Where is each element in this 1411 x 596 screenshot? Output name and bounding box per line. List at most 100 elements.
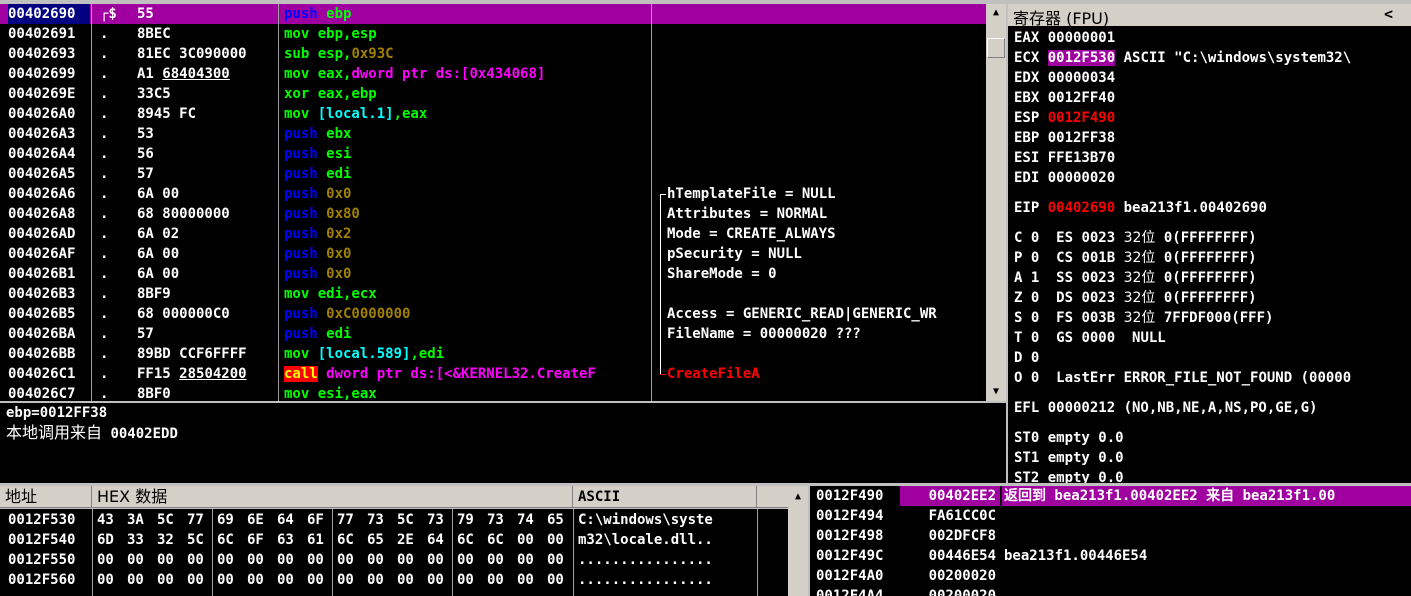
register-esi[interactable]: ESI FFE13B70 xyxy=(1014,148,1411,168)
disasm-address[interactable]: 00402691 xyxy=(8,24,90,44)
dump-byte[interactable]: 00 xyxy=(127,550,149,570)
registers-pane[interactable]: 寄存器 (FPU) < EAX 00000001 ECX 0012F530 ASC… xyxy=(1008,4,1411,483)
flag-value[interactable]: 0 xyxy=(1031,350,1039,366)
dump-row[interactable]: 0012F530 43 3A 5C 77 69 6E 64 6F 77 73 5C 73 79 73 74 65… xyxy=(0,510,788,530)
stack-row[interactable]: 0012F49C 00446E54 bea213f1.00446E54 xyxy=(810,546,1411,566)
dump-byte[interactable]: 00 xyxy=(307,570,329,590)
disasm-row[interactable]: 004026B3. 8BF9 mov edi,ecx xyxy=(0,284,986,304)
dump-byte[interactable]: 6F xyxy=(247,530,269,550)
dump-address[interactable]: 0012F540 xyxy=(8,530,92,550)
dump-byte[interactable]: 00 xyxy=(397,570,419,590)
scroll-thumb[interactable] xyxy=(987,38,1005,58)
dump-byte[interactable]: 43 xyxy=(97,510,119,530)
dump-byte[interactable]: 6E xyxy=(247,510,269,530)
dump-byte[interactable]: 00 xyxy=(277,570,299,590)
register-value[interactable]: 00000020 xyxy=(1048,170,1115,186)
dump-byte[interactable]: 79 xyxy=(457,510,479,530)
dump-byte[interactable]: 00 xyxy=(337,570,359,590)
dump-byte[interactable]: 77 xyxy=(187,510,209,530)
dump-byte[interactable]: 00 xyxy=(427,550,449,570)
stack-row[interactable]: 0012F498 002DFCF8 xyxy=(810,526,1411,546)
disasm-address[interactable]: 004026A3 xyxy=(8,124,90,144)
scroll-up-icon[interactable]: ▲ xyxy=(788,488,808,506)
dump-byte[interactable]: 5C xyxy=(157,510,179,530)
dump-address[interactable]: 0012F530 xyxy=(8,510,92,530)
dump-byte[interactable]: 00 xyxy=(517,530,539,550)
disasm-address[interactable]: 004026A4 xyxy=(8,144,90,164)
dump-byte[interactable]: 74 xyxy=(517,510,539,530)
dump-byte[interactable]: 00 xyxy=(547,570,569,590)
stack-address[interactable]: 0012F4A4 xyxy=(816,586,900,596)
disasm-instruction[interactable]: sub esp,0x93C xyxy=(284,44,650,64)
dump-byte[interactable]: 2E xyxy=(397,530,419,550)
disasm-instruction[interactable]: push esi xyxy=(284,144,650,164)
disasm-instruction[interactable]: mov [local.1],eax xyxy=(284,104,650,124)
register-eip[interactable]: EIP 00402690 bea213f1.00402690 xyxy=(1014,198,1411,218)
fpu-row[interactable]: ST1 empty 0.0 xyxy=(1014,448,1411,468)
stack-address[interactable]: 0012F49C xyxy=(816,546,900,566)
disasm-row[interactable]: 004026BB. 89BD CCF6FFFF mov [local.589],ed… xyxy=(0,344,986,364)
dump-byte[interactable]: 6C xyxy=(487,530,509,550)
flag-row-z[interactable]: Z 0 DS 0023 32位 0(FFFFFFFF) xyxy=(1014,288,1411,308)
dump-byte[interactable]: 00 xyxy=(487,570,509,590)
dump-byte[interactable]: 69 xyxy=(217,510,239,530)
dump-byte[interactable]: 6C xyxy=(217,530,239,550)
register-value[interactable]: FFE13B70 xyxy=(1048,150,1115,166)
dump-byte[interactable]: 61 xyxy=(307,530,329,550)
register-eax[interactable]: EAX 00000001 xyxy=(1014,28,1411,48)
dump-pane[interactable]: 0012F530 43 3A 5C 77 69 6E 64 6F 77 73 5C 73 79 73 74 65… xyxy=(0,509,788,596)
disasm-row[interactable]: 00402699. A1 68404300 mov eax,dword ptr ds… xyxy=(0,64,986,84)
stack-row[interactable]: 0012F494 FA61CC0C xyxy=(810,506,1411,526)
disasm-row[interactable]: 00402691. 8BEC mov ebp,esp xyxy=(0,24,986,44)
dump-byte[interactable]: 6C xyxy=(337,530,359,550)
disasm-instruction[interactable]: xor eax,ebp xyxy=(284,84,650,104)
dump-byte[interactable]: 00 xyxy=(427,570,449,590)
register-edx[interactable]: EDX 00000034 xyxy=(1014,68,1411,88)
efl-row[interactable]: EFL 00000212 (NO,NB,NE,A,NS,PO,GE,G) xyxy=(1014,398,1411,418)
register-value[interactable]: 00000034 xyxy=(1048,70,1115,86)
disasm-instruction[interactable]: mov esi,eax xyxy=(284,384,650,401)
stack-value[interactable]: 002DFCF8 xyxy=(900,526,1000,546)
disassembly-pane[interactable]: 00402690 ┌$ 55 push ebp 00402691. 8BEC mov ebp… xyxy=(0,4,986,401)
dump-address[interactable]: 0012F560 xyxy=(8,570,92,590)
fpu-row[interactable]: ST2 empty 0.0 xyxy=(1014,468,1411,483)
disasm-address[interactable]: 004026B3 xyxy=(8,284,90,304)
dump-byte[interactable]: 00 xyxy=(397,550,419,570)
lasterr-row[interactable]: O 0 LastErr ERROR_FILE_NOT_FOUND (00000 xyxy=(1014,368,1411,388)
dump-header-ascii[interactable]: ASCII xyxy=(573,486,757,508)
dump-byte[interactable]: 64 xyxy=(277,510,299,530)
register-edi[interactable]: EDI 00000020 xyxy=(1014,168,1411,188)
register-value[interactable]: 0012F530 xyxy=(1047,50,1116,66)
dump-byte[interactable]: 00 xyxy=(187,550,209,570)
dump-byte[interactable]: 00 xyxy=(97,570,119,590)
stack-value[interactable]: 00200020 xyxy=(900,566,1000,586)
dump-byte[interactable]: 6C xyxy=(457,530,479,550)
dump-byte[interactable]: 00 xyxy=(517,550,539,570)
dump-byte[interactable]: 00 xyxy=(337,550,359,570)
register-value[interactable]: 0012FF40 xyxy=(1048,90,1115,106)
dump-byte[interactable]: 6F xyxy=(307,510,329,530)
disassembly-scrollbar[interactable]: ▲ ▼ xyxy=(986,4,1006,401)
dump-byte[interactable]: 00 xyxy=(247,550,269,570)
disasm-row[interactable]: 004026A3. 53 push ebx xyxy=(0,124,986,144)
dump-byte[interactable]: 73 xyxy=(367,510,389,530)
dump-byte[interactable]: 00 xyxy=(187,570,209,590)
dump-byte[interactable]: 00 xyxy=(97,550,119,570)
stack-pane[interactable]: 0012F490 00402EE2 返回到 bea213f1.00402EE2 来自… xyxy=(810,486,1411,596)
disasm-address[interactable]: 004026BB xyxy=(8,344,90,364)
collapse-chevron-icon[interactable]: < xyxy=(1384,5,1393,23)
stack-address[interactable]: 0012F498 xyxy=(816,526,900,546)
disasm-address[interactable]: 004026C7 xyxy=(8,384,90,401)
flag-row-a[interactable]: A 1 SS 0023 32位 0(FFFFFFFF) xyxy=(1014,268,1411,288)
dump-byte[interactable]: 32 xyxy=(157,530,179,550)
dump-byte[interactable]: 65 xyxy=(547,510,569,530)
registers-header[interactable]: 寄存器 (FPU) < xyxy=(1008,4,1411,28)
disasm-row[interactable]: 004026C7. 8BF0 mov esi,eax xyxy=(0,384,986,401)
disasm-row[interactable]: 004026A5. 57 push edi xyxy=(0,164,986,184)
stack-address[interactable]: 0012F490 xyxy=(816,486,900,506)
dump-row[interactable]: 0012F540 6D 33 32 5C 6C 6F 63 61 6C 65 2E 64 6C 6C 00 00… xyxy=(0,530,788,550)
stack-address[interactable]: 0012F4A0 xyxy=(816,566,900,586)
dump-ascii[interactable]: m32\locale.dll.. xyxy=(578,530,756,550)
register-ebp[interactable]: EBP 0012FF38 xyxy=(1014,128,1411,148)
disasm-address[interactable]: 00402693 xyxy=(8,44,90,64)
